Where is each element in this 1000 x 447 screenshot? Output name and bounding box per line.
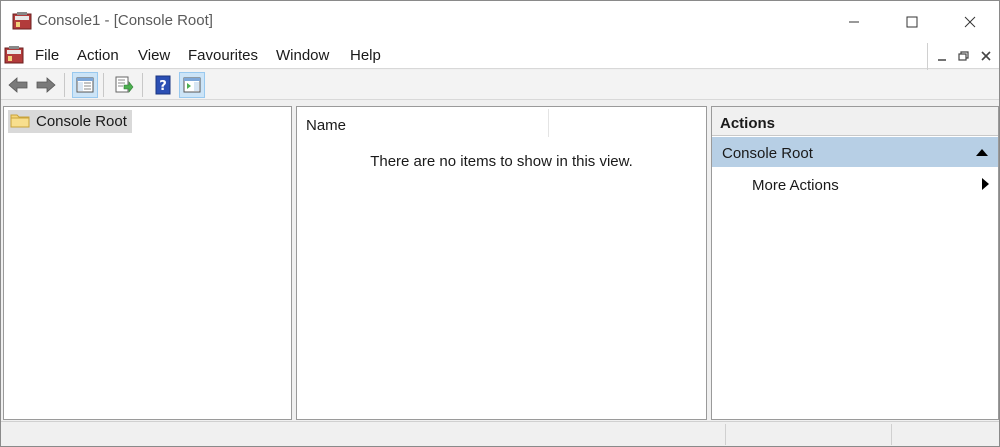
- show-hide-console-tree-icon: [76, 77, 94, 93]
- column-header-row: Name: [297, 107, 706, 140]
- menu-bar: File Action View Favourites Window Help: [1, 42, 999, 70]
- forward-button[interactable]: [33, 72, 59, 98]
- toolbar-separator: [142, 73, 143, 97]
- toolbar: ?: [1, 70, 999, 100]
- menu-help[interactable]: Help: [350, 47, 381, 64]
- menu-favourites[interactable]: Favourites: [188, 47, 258, 64]
- actions-title: Actions: [720, 115, 776, 132]
- maximize-button[interactable]: [883, 1, 941, 42]
- status-separator: [891, 424, 892, 445]
- actions-pane: Actions Console Root More Actions: [711, 106, 999, 420]
- close-button[interactable]: [941, 1, 999, 42]
- empty-list-message: There are no items to show in this view.: [370, 153, 633, 170]
- svg-text:?: ?: [159, 79, 167, 94]
- mmc-window: Console1 - [Console Root] File Action Vi…: [0, 0, 1000, 447]
- back-button[interactable]: [5, 72, 31, 98]
- title-bar: Console1 - [Console Root]: [1, 1, 999, 42]
- show-hide-console-tree-button[interactable]: [72, 72, 98, 98]
- toolbar-separator: [103, 73, 104, 97]
- column-header-name[interactable]: Name: [306, 117, 346, 134]
- tree-node-label: Console Root: [36, 113, 127, 130]
- child-minimize-button[interactable]: [932, 47, 952, 65]
- actions-group-console-root[interactable]: Console Root: [712, 137, 998, 167]
- console-tree-pane: Console Root: [3, 106, 292, 420]
- menu-window[interactable]: Window: [276, 47, 329, 64]
- actions-header: Actions: [712, 107, 998, 136]
- menu-file[interactable]: File: [35, 47, 59, 64]
- show-hide-action-pane-icon: [183, 77, 201, 93]
- column-divider[interactable]: [548, 109, 549, 137]
- child-close-button[interactable]: [976, 47, 996, 65]
- actions-group-label: Console Root: [722, 145, 813, 162]
- collapse-arrow-icon[interactable]: [976, 149, 988, 156]
- show-hide-action-pane-button[interactable]: [179, 72, 205, 98]
- more-actions-item[interactable]: More Actions: [712, 169, 998, 197]
- status-bar: [1, 421, 999, 446]
- submenu-arrow-icon: [982, 178, 989, 190]
- window-title: Console1 - [Console Root]: [37, 12, 213, 29]
- more-actions-label: More Actions: [752, 177, 839, 194]
- tree-node-console-root[interactable]: Console Root: [8, 110, 132, 133]
- mdi-child-controls: [927, 43, 999, 70]
- menu-action[interactable]: Action: [77, 47, 119, 64]
- mmc-app-icon[interactable]: [12, 12, 32, 30]
- help-icon: ?: [155, 75, 171, 95]
- status-separator: [725, 424, 726, 445]
- back-arrow-icon: [8, 77, 28, 93]
- results-pane: Name There are no items to show in this …: [296, 106, 707, 420]
- folder-icon: [10, 112, 30, 131]
- child-restore-button[interactable]: [954, 47, 974, 65]
- menu-view[interactable]: View: [138, 47, 170, 64]
- toolbar-separator: [64, 73, 65, 97]
- export-list-icon: [115, 76, 134, 93]
- export-list-button[interactable]: [111, 72, 137, 98]
- help-button[interactable]: ?: [150, 72, 176, 98]
- minimize-button[interactable]: [825, 1, 883, 42]
- system-menu-icon[interactable]: [4, 45, 24, 64]
- forward-arrow-icon: [36, 77, 56, 93]
